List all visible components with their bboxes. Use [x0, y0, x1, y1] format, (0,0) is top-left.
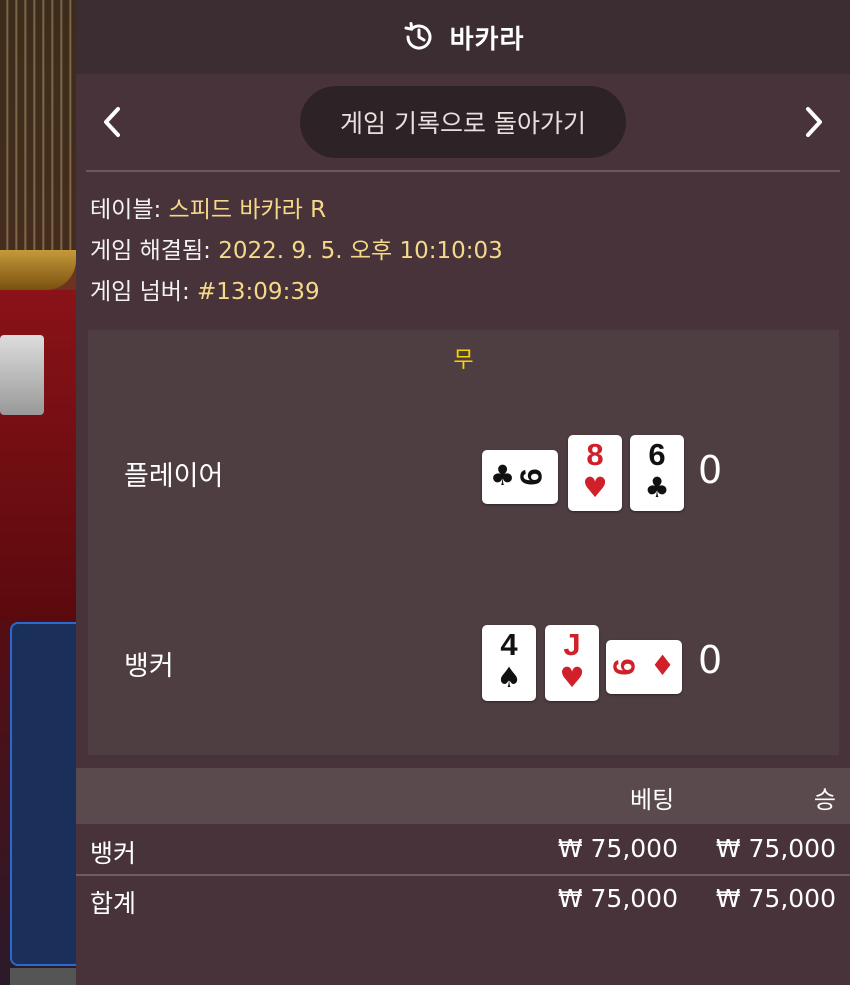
card-suit-icon: ♥: [559, 661, 585, 694]
banker-card-3: 6 ♦: [606, 640, 682, 694]
resolved-label: 게임 해결됨:: [90, 238, 211, 264]
bet-amount: ₩ 75,000: [557, 834, 678, 863]
card-rank: 9: [513, 468, 549, 486]
background-bottom-bar: [10, 968, 76, 985]
player-card-3: 6 ♣: [630, 435, 684, 511]
player-card-2: 8 ♥: [568, 435, 622, 511]
banker-card-2: J ♥: [545, 625, 599, 701]
total-win-amount: ₩ 75,000: [715, 884, 836, 913]
banker-score: 0: [698, 638, 723, 682]
table-value: 스피드 바카라 R: [168, 197, 327, 223]
card-rank: 8: [586, 437, 604, 472]
divider: [86, 170, 840, 172]
player-card-1: 9 ♣: [482, 450, 558, 504]
chevron-left-icon: [104, 107, 120, 137]
game-number-line: 게임 넘버: #13:09:39: [90, 272, 503, 313]
game-history-panel: 바카라 게임 기록으로 돌아가기 테이블: 스피드 바카라 R 게임 해결됨: …: [76, 0, 850, 985]
table-label: 테이블:: [90, 197, 162, 223]
chevron-right-icon: [806, 107, 822, 137]
card-rank: 6: [606, 658, 642, 676]
background-card-shoe: [0, 335, 44, 415]
game-info: 테이블: 스피드 바카라 R 게임 해결됨: 2022. 9. 5. 오후 10…: [90, 190, 503, 313]
card-rank: 4: [500, 627, 518, 662]
table-row-total: 합계 ₩ 75,000 ₩ 75,000: [76, 876, 850, 924]
outcome-label: 무: [453, 348, 474, 373]
player-hand-row: 플레이어 9 ♣ 8 ♥ 6 ♣ 0: [88, 430, 839, 520]
resolved-info-line: 게임 해결됨: 2022. 9. 5. 오후 10:10:03: [90, 231, 503, 272]
total-label: 합계: [90, 889, 137, 918]
banker-hand-row: 뱅커 4 ♠ J ♥ 6 ♦ 0: [88, 620, 839, 710]
card-rank: J: [563, 627, 581, 662]
background-curtain: [0, 0, 76, 260]
next-game-button[interactable]: [792, 100, 836, 144]
card-suit-icon: ♣: [644, 471, 670, 504]
history-clock-icon: [404, 22, 432, 50]
bets-table-header: 베팅 승: [76, 768, 850, 824]
table-row: 뱅커 ₩ 75,000 ₩ 75,000: [76, 826, 850, 874]
previous-game-button[interactable]: [90, 100, 134, 144]
win-amount: ₩ 75,000: [715, 834, 836, 863]
banker-card-1: 4 ♠: [482, 625, 536, 701]
resolved-value: 2022. 9. 5. 오후 10:10:03: [218, 238, 503, 264]
table-info-line: 테이블: 스피드 바카라 R: [90, 190, 503, 231]
bet-column-header: 베팅: [630, 786, 675, 814]
total-bet-amount: ₩ 75,000: [557, 884, 678, 913]
card-suit-icon: ♦: [650, 649, 676, 682]
game-number-label: 게임 넘버:: [90, 279, 190, 305]
navigation-row: 게임 기록으로 돌아가기: [76, 86, 850, 158]
back-to-history-button[interactable]: 게임 기록으로 돌아가기: [300, 86, 626, 158]
card-suit-icon: ♣: [490, 459, 516, 492]
bet-name: 뱅커: [90, 839, 137, 868]
win-column-header: 승: [813, 786, 836, 814]
card-suit-icon: ♥: [582, 471, 608, 504]
player-score: 0: [698, 448, 723, 492]
player-hand-name: 플레이어: [124, 461, 224, 492]
game-number-value: #13:09:39: [197, 279, 320, 305]
card-suit-icon: ♠: [496, 661, 522, 694]
banker-hand-name: 뱅커: [124, 651, 174, 682]
game-result-box: 무 플레이어 9 ♣ 8 ♥ 6 ♣ 0 뱅커 4 ♠ J ♥ 6 ♦ 0: [88, 330, 839, 755]
panel-header: 바카라: [76, 0, 850, 74]
card-rank: 6: [648, 437, 666, 472]
header-title: 바카라: [449, 24, 525, 55]
